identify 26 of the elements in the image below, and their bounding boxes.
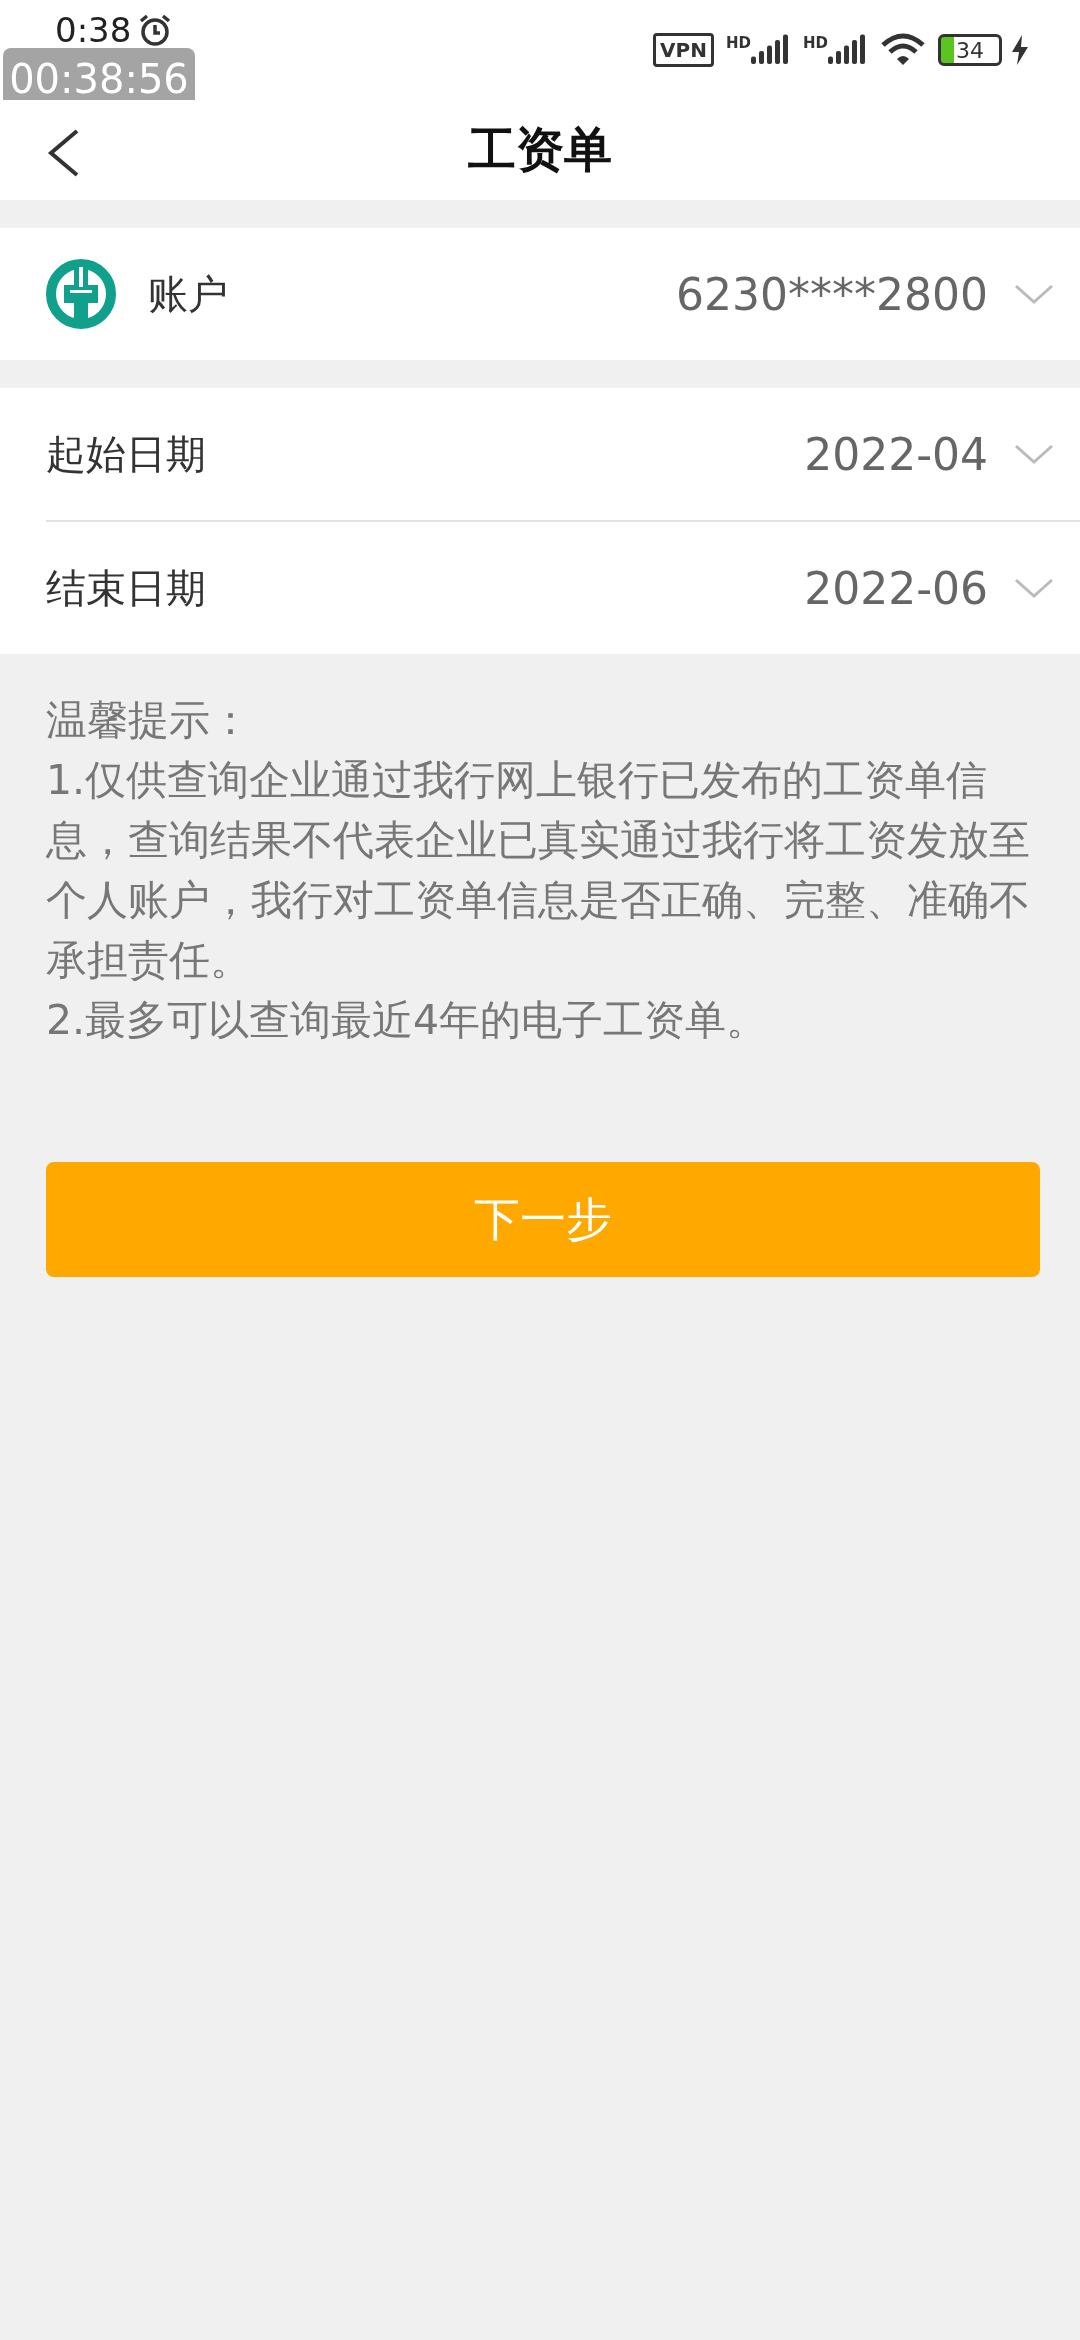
date-value: 2022-04 bbox=[804, 428, 988, 480]
vpn-indicator: VPN bbox=[653, 33, 714, 67]
tip-text: 温馨提示： bbox=[46, 695, 252, 746]
hd-label: HD bbox=[725, 34, 751, 52]
chevron-down-icon bbox=[1014, 576, 1054, 600]
account-number: 6230****2800 bbox=[676, 268, 988, 320]
hd-label: HD bbox=[803, 34, 828, 52]
chevron-down-icon bbox=[1014, 282, 1054, 306]
chevron-down-icon bbox=[1014, 442, 1054, 466]
back-icon[interactable] bbox=[45, 128, 81, 178]
date-label: 起始日期 bbox=[46, 429, 206, 479]
tip-text: 2.最多可以查询最近4年的电子工资单。 bbox=[46, 995, 769, 1046]
wifi-icon bbox=[880, 33, 926, 67]
date-value: 2022-06 bbox=[804, 562, 988, 614]
date-selector[interactable]: 起始日期 2022-04 bbox=[46, 388, 1080, 520]
battery-level: 34 bbox=[938, 34, 1002, 66]
status-time: 0:38 bbox=[55, 10, 132, 50]
tip-text: 1.仅供查询企业通过我行网上银行已发布的工资单信息，查询结果不代表企业已真实通过我行将工资发放至个人账户，我行对工资单信息是否正确、完整、准确不承担责任。 bbox=[46, 755, 1031, 986]
signal-icon bbox=[751, 34, 791, 66]
signal-icon bbox=[828, 34, 868, 66]
page-title: 工资单 bbox=[468, 120, 612, 179]
date-label: 结束日期 bbox=[46, 563, 206, 613]
charging-icon bbox=[1010, 35, 1030, 65]
bank-logo-icon bbox=[46, 259, 116, 329]
date-selector[interactable]: 结束日期 2022-06 bbox=[46, 520, 1080, 654]
account-label: 账户 bbox=[148, 269, 228, 319]
